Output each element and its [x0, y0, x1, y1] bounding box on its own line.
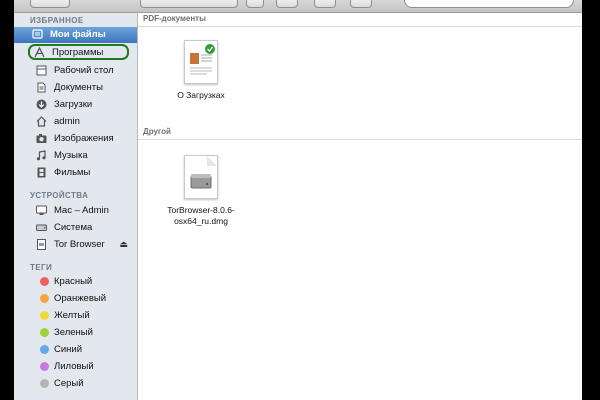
- sidebar-item-label: Документы: [54, 82, 103, 93]
- sidebar-item-downloads[interactable]: Загрузки: [18, 97, 134, 113]
- tag-color-dot-icon: [40, 294, 49, 303]
- home-icon: [36, 116, 47, 127]
- sidebar-item-label: Фильмы: [54, 167, 91, 178]
- view-mode-buttons[interactable]: [140, 0, 238, 8]
- sidebar-item-label: Изображения: [54, 133, 114, 144]
- sidebar-item-all-my-files[interactable]: Мои файлы: [14, 27, 137, 43]
- tags-header: ТЕГИ: [30, 263, 53, 272]
- group-title: Другой: [143, 127, 171, 136]
- documents-icon: [37, 82, 46, 93]
- file-name-line: TorBrowser-8.0.6-: [167, 205, 235, 215]
- pdf-document-icon: [184, 40, 218, 84]
- sidebar-item-system-disk[interactable]: Система: [18, 220, 134, 236]
- tag-color-dot-icon: [40, 362, 49, 371]
- sidebar-item-label: Рабочий стол: [54, 65, 114, 76]
- edit-tags-button[interactable]: [350, 0, 372, 8]
- file-name: О Загрузках: [177, 90, 225, 100]
- dmg-file-icon: [184, 155, 218, 199]
- music-icon: [36, 150, 46, 161]
- sidebar-item-desktop[interactable]: Рабочий стол: [18, 63, 134, 79]
- sidebar-tag-green[interactable]: Зеленый: [18, 325, 134, 341]
- sidebar-item-label: Синий: [54, 344, 83, 355]
- sidebar-item-label: Система: [54, 222, 93, 233]
- group-header-other: Другой: [138, 126, 582, 140]
- sidebar-tag-orange[interactable]: Оранжевый: [18, 291, 134, 307]
- pictures-icon: [36, 134, 47, 143]
- sidebar-item-label: Желтый: [54, 310, 90, 321]
- tag-color-dot-icon: [40, 379, 49, 388]
- sidebar-tag-yellow[interactable]: Желтый: [18, 308, 134, 324]
- sidebar-item-applications[interactable]: Программы: [28, 44, 129, 60]
- tag-color-dot-icon: [40, 277, 49, 286]
- toolbar: [14, 0, 582, 13]
- sidebar-item-label: Мои файлы: [50, 29, 106, 40]
- movies-icon: [37, 167, 46, 178]
- tag-color-dot-icon: [40, 345, 49, 354]
- share-button[interactable]: [314, 0, 336, 8]
- all-my-files-icon: [32, 29, 43, 39]
- sidebar-item-label: Серый: [54, 378, 84, 389]
- sidebar-item-label: Зеленый: [54, 327, 93, 338]
- desktop-icon: [36, 65, 47, 76]
- sidebar-item-pictures[interactable]: Изображения: [18, 131, 134, 147]
- back-forward-buttons[interactable]: [30, 0, 70, 8]
- sidebar-item-tor-browser-volume[interactable]: Tor Browser ⏏: [18, 237, 134, 253]
- file-name: TorBrowser-8.0.6- osx64_ru.dmg: [155, 205, 247, 227]
- sidebar-item-label: Музыка: [54, 150, 88, 161]
- sidebar-tag-purple[interactable]: Лиловый: [18, 359, 134, 375]
- file-item-dmg[interactable]: TorBrowser-8.0.6- osx64_ru.dmg: [155, 155, 247, 227]
- disk-image-icon: [37, 239, 46, 250]
- sidebar-item-music[interactable]: Музыка: [18, 148, 134, 164]
- sidebar-item-computer[interactable]: Mac – Admin: [18, 203, 134, 219]
- downloads-icon: [36, 99, 47, 110]
- sidebar-item-label: Красный: [54, 276, 93, 287]
- file-name-line: osx64_ru.dmg: [174, 216, 228, 226]
- sidebar-item-label: Программы: [52, 47, 104, 58]
- tag-color-dot-icon: [40, 328, 49, 337]
- eject-icon[interactable]: ⏏: [119, 239, 128, 250]
- file-item-pdf[interactable]: О Загрузках: [155, 40, 247, 101]
- sidebar-item-label: Mac – Admin: [54, 205, 109, 216]
- sidebar-item-label: Загрузки: [54, 99, 93, 110]
- sidebar-item-home[interactable]: admin: [18, 114, 134, 130]
- sidebar-tag-gray[interactable]: Серый: [18, 376, 134, 392]
- sidebar-tag-blue[interactable]: Синий: [18, 342, 134, 358]
- group-header-pdf: PDF-документы: [138, 13, 582, 27]
- sidebar-item-label: admin: [54, 116, 80, 127]
- computer-icon: [36, 205, 47, 215]
- sidebar-item-label: Лиловый: [54, 361, 94, 372]
- devices-header: УСТРОЙСТВА: [30, 191, 89, 200]
- hard-drive-icon: [36, 224, 47, 231]
- finder-window: ИЗБРАННОЕ Мои файлы Программы Рабочий ст…: [14, 0, 582, 400]
- sidebar-item-label: Tor Browser: [54, 239, 105, 250]
- sidebar: ИЗБРАННОЕ Мои файлы Программы Рабочий ст…: [14, 13, 138, 400]
- search-field[interactable]: [404, 0, 574, 8]
- file-browser-content: PDF-документы О Загрузках Другой TorBrow…: [138, 13, 582, 400]
- tag-color-dot-icon: [40, 311, 49, 320]
- group-title: PDF-документы: [143, 14, 206, 23]
- sidebar-item-movies[interactable]: Фильмы: [18, 165, 134, 181]
- applications-icon: [34, 47, 45, 58]
- sidebar-item-label: Оранжевый: [54, 293, 107, 304]
- action-button[interactable]: [276, 0, 298, 8]
- sidebar-tag-red[interactable]: Красный: [18, 274, 134, 290]
- sidebar-item-documents[interactable]: Документы: [18, 80, 134, 96]
- favorites-header: ИЗБРАННОЕ: [30, 16, 84, 25]
- arrange-button[interactable]: [246, 0, 264, 8]
